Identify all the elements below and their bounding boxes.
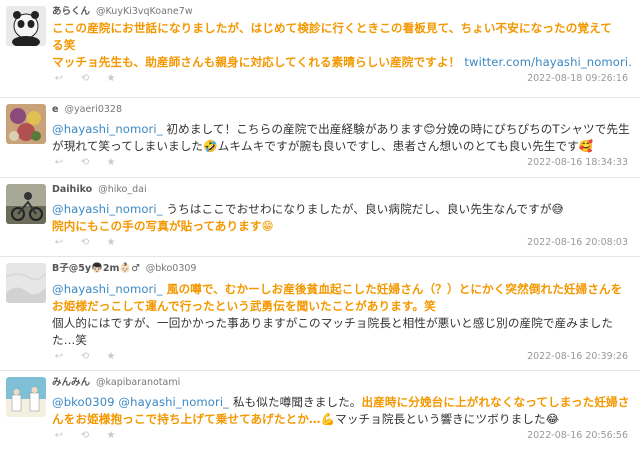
url-link[interactable]: twitter.com/hayashi_nomori… [464,55,632,69]
highlighted-text: んをお姫様抱っこで持ち上げて乗せてあげたとか… [52,412,321,426]
timestamp[interactable]: 2022-08-18 09:26:16 [527,73,628,84]
avatar[interactable] [6,6,46,46]
text-segment: 私も似た噂聞きました。 [229,395,362,409]
tweet-text-line: が現れて笑ってしまいました🤣ムキムキですが腕も良いですし、患者さん想いのとても良… [52,138,632,155]
text-segment: が現れて笑ってしまいました🤣ムキムキですが腕も良いですし、患者さん想いのとても良… [52,139,594,153]
tweet-text-line: ここの産院にお世話になりましたが、はじめて検診に行くときこの看板見て、ちょい不安… [52,20,632,37]
user-handle[interactable]: @kapibaranotami [96,377,180,388]
retweet-icon[interactable]: ⟲ [78,237,92,248]
display-name[interactable]: Daihiko [52,184,92,195]
text-segment: 初めまして！こちらの産院で出産経験があります😊分娩の時にぴちぴちのTシャツで先生 [162,122,630,136]
highlighted-text: 風の噂で、むかーしお産後貧血起こした妊婦さん（？）とにかく突然倒れた妊婦さんを [162,282,623,296]
tweet-text-line: た…笑 [52,332,632,349]
display-name[interactable]: みんみん [52,377,90,388]
user-handle[interactable]: @KuyKi3vqKoane7w [96,6,193,17]
like-icon[interactable]: ★ [104,157,118,168]
tweet-text: @bko0309 @hayashi_nomori_ 私も似た噂聞きました。出産時… [52,394,632,428]
mention-link[interactable]: @bko0309 @hayashi_nomori_ [52,395,229,409]
display-name[interactable]: e [52,104,58,115]
tweet-text-line: お姫様だっこして運んで行ったという武勇伝を聞いたことがあります。笑 [52,298,632,315]
avatar[interactable] [6,377,46,417]
like-icon[interactable]: ★ [104,430,118,441]
tweet-text-line: 個人的にはですが、一回かかった事ありますがこのマッチョ院長と相性が悪いと感じ別の… [52,315,632,332]
text-segment: 個人的にはですが、一回かかった事ありますがこのマッチョ院長と相性が悪いと感じ別の… [52,316,614,330]
tweet: Daihiko @hiko_dai @hayashi_nomori_ うちはここ… [0,178,640,257]
tweet-text-line: マッチョ先生も、助産師さんも親身に対応してくれる素晴らしい産院ですよ！ twit… [52,54,632,71]
text-segment: うちはここでおせわになりましたが、良い病院だし、良い先生なんですが😅 [162,202,564,216]
highlighted-text: マッチョ先生も、助産師さんも親身に対応してくれる素晴らしい産院ですよ！ [52,55,465,69]
avatar[interactable] [6,104,46,144]
retweet-icon[interactable]: ⟲ [78,351,92,362]
reply-icon[interactable]: ↩ [52,157,66,168]
avatar[interactable] [6,263,46,303]
tweet-text-line: @hayashi_nomori_ うちはここでおせわになりましたが、良い病院だし… [52,201,632,218]
tweet-text: @hayashi_nomori_ うちはここでおせわになりましたが、良い病院だし… [52,201,632,235]
highlighted-text: ここの産院にお世話になりましたが、はじめて検診に行くときこの看板見て、ちょい不安… [52,21,612,35]
retweet-icon[interactable]: ⟲ [78,157,92,168]
text-segment: た…笑 [52,333,88,347]
mention-link[interactable]: @hayashi_nomori_ [52,282,163,296]
reply-icon[interactable]: ↩ [52,351,66,362]
like-icon[interactable]: ★ [104,237,118,248]
user-handle[interactable]: @yaeri0328 [64,104,122,115]
like-icon[interactable]: ★ [104,73,118,84]
tweet-text-line: @hayashi_nomori_ 初めまして！こちらの産院で出産経験があります😊… [52,121,632,138]
highlighted-text: る笑 [52,38,76,52]
tweet-text-line: んをお姫様抱っこで持ち上げて乗せてあげたとか…💪マッチョ院長という響きにツボりま… [52,411,632,428]
tweet: B子@5y👦🏻2m👶🏻♂ @bko0309 @hayashi_nomori_ 風… [0,257,640,371]
reply-icon[interactable]: ↩ [52,430,66,441]
user-handle[interactable]: @hiko_dai [98,184,146,195]
timestamp[interactable]: 2022-08-16 18:34:33 [527,157,628,168]
text-segment: 💪マッチョ院長という響きにツボりました😂 [320,412,560,426]
highlighted-text: お姫様だっこして運んで行ったという武勇伝を聞いたことがあります。笑 [52,299,436,313]
display-name[interactable]: あらくん [52,6,90,17]
mention-link[interactable]: @hayashi_nomori_ [52,122,163,136]
tweet-text-line: @bko0309 @hayashi_nomori_ 私も似た噂聞きました。出産時… [52,394,632,411]
tweet-text-line: @hayashi_nomori_ 風の噂で、むかーしお産後貧血起こした妊婦さん（… [52,281,632,298]
tweet-text-line: る笑 [52,37,632,54]
like-icon[interactable]: ★ [104,351,118,362]
timestamp[interactable]: 2022-08-16 20:39:26 [527,351,628,362]
display-name[interactable]: B子@5y👦🏻2m👶🏻♂ [52,263,140,274]
tweet-text: @hayashi_nomori_ 初めまして！こちらの産院で出産経験があります😊… [52,121,632,155]
highlighted-text: 出産時に分娩台に上がれなくなってしまった妊婦さ [361,395,630,409]
tweet-feed: あらくん @KuyKi3vqKoane7w ここの産院にお世話になりましたが、は… [0,0,640,464]
reply-icon[interactable]: ↩ [52,73,66,84]
retweet-icon[interactable]: ⟲ [78,430,92,441]
tweet: みんみん @kapibaranotami @bko0309 @hayashi_n… [0,371,640,464]
user-handle[interactable]: @bko0309 [146,263,197,274]
mention-link[interactable]: @hayashi_nomori_ [52,202,163,216]
reply-icon[interactable]: ↩ [52,237,66,248]
tweet-text-line: 院内にもこの手の写真が貼ってあります😁 [52,218,632,235]
tweet-text: ここの産院にお世話になりましたが、はじめて検診に行くときこの看板見て、ちょい不安… [52,20,632,71]
tweet: e @yaeri0328 @hayashi_nomori_ 初めまして！こちらの… [0,98,640,178]
avatar[interactable] [6,184,46,224]
timestamp[interactable]: 2022-08-16 20:56:56 [527,430,628,441]
tweet-text: @hayashi_nomori_ 風の噂で、むかーしお産後貧血起こした妊婦さん（… [52,281,632,349]
highlighted-text: 院内にもこの手の写真が貼ってあります😁 [52,219,274,233]
timestamp[interactable]: 2022-08-16 20:08:03 [527,237,628,248]
tweet: あらくん @KuyKi3vqKoane7w ここの産院にお世話になりましたが、は… [0,0,640,98]
retweet-icon[interactable]: ⟲ [78,73,92,84]
